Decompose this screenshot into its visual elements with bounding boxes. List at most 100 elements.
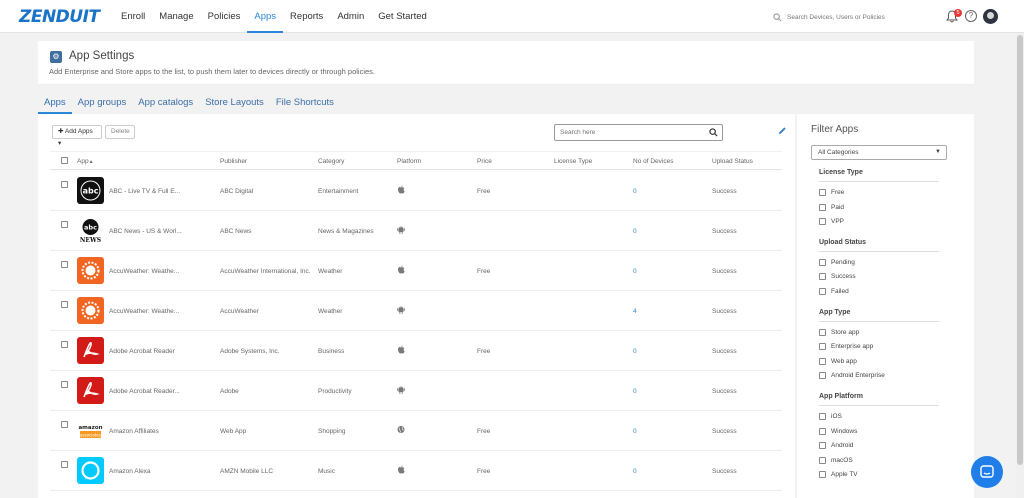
nav-item-reports[interactable]: Reports	[283, 0, 330, 33]
row-checkbox[interactable]	[61, 221, 68, 228]
device-count[interactable]: 0	[633, 348, 637, 355]
device-count[interactable]: 0	[633, 388, 637, 395]
filter-option-pending[interactable]: Pending	[819, 258, 855, 267]
filter-checkbox[interactable]	[819, 413, 826, 420]
table-row[interactable]: AccuWeather: Weathe... AccuWeather Weath…	[50, 291, 782, 331]
table-row[interactable]: amazon associates Amazon Affiliates Web A…	[50, 411, 782, 451]
table-row[interactable]: abc ABC - Live TV & Full E... ABC Digita…	[50, 171, 782, 211]
filter-option-failed[interactable]: Failed	[819, 287, 849, 296]
device-count[interactable]: 0	[633, 228, 637, 235]
nav-item-manage[interactable]: Manage	[152, 0, 200, 33]
column-header-price[interactable]: Price	[477, 158, 492, 165]
filter-option-success[interactable]: Success	[819, 272, 856, 281]
filter-option-enterprise-app[interactable]: Enterprise app	[819, 342, 873, 351]
app-name[interactable]: AccuWeather: Weathe...	[109, 308, 179, 315]
filter-checkbox[interactable]	[819, 218, 826, 226]
tab-app-groups[interactable]: App groups	[72, 94, 133, 114]
filter-checkbox[interactable]	[819, 343, 826, 351]
filter-option-store-app[interactable]: Store app	[819, 328, 859, 337]
device-count[interactable]: 0	[633, 468, 637, 475]
filter-checkbox[interactable]	[819, 372, 826, 380]
filter-checkbox[interactable]	[819, 357, 826, 365]
add-apps-button[interactable]: ✚ Add Apps ▾	[52, 125, 102, 147]
nav-item-enroll[interactable]: Enroll	[114, 0, 152, 33]
column-header-license-type[interactable]: License Type	[554, 158, 592, 165]
page-scrollbar[interactable]	[1016, 33, 1024, 498]
tab-app-catalogs[interactable]: App catalogs	[132, 94, 199, 114]
global-search-input[interactable]	[787, 13, 927, 21]
row-checkbox[interactable]	[61, 461, 68, 468]
logo[interactable]: ZENDUIT	[19, 7, 100, 27]
publisher: Adobe Systems, Inc.	[220, 348, 280, 355]
app-name[interactable]: Adobe Acrobat Reader...	[109, 388, 180, 395]
table-row[interactable]: Adobe Acrobat Reader... Adobe Productivi…	[50, 371, 782, 411]
device-count[interactable]: 0	[633, 188, 637, 195]
column-header-app[interactable]: App▲	[77, 158, 94, 165]
select-all-checkbox[interactable]	[61, 157, 68, 164]
app-name[interactable]: Adobe Acrobat Reader	[109, 348, 175, 355]
filter-option-ios[interactable]: iOS	[819, 412, 842, 421]
row-checkbox[interactable]	[61, 421, 68, 428]
tab-store-layouts[interactable]: Store Layouts	[199, 94, 270, 114]
filter-option-macos[interactable]: macOS	[819, 456, 853, 465]
filter-option-windows[interactable]: Windows	[819, 427, 857, 436]
app-name[interactable]: Amazon Affiliates	[109, 428, 159, 435]
filter-checkbox[interactable]	[819, 456, 826, 464]
device-count[interactable]: 0	[633, 428, 637, 435]
tab-apps[interactable]: Apps	[38, 94, 72, 114]
row-checkbox[interactable]	[61, 301, 68, 308]
filter-option-paid[interactable]: Paid	[819, 203, 844, 212]
column-header-upload-status[interactable]: Upload Status	[712, 158, 753, 165]
column-header-publisher[interactable]: Publisher	[220, 158, 247, 165]
table-row[interactable]: Amazon Alexa AMZN Mobile LLC Music Free …	[50, 451, 782, 491]
filter-checkbox[interactable]	[819, 328, 826, 336]
filter-option-free[interactable]: Free	[819, 188, 844, 197]
chat-button[interactable]	[971, 456, 1003, 488]
filter-option-web-app[interactable]: Web app	[819, 357, 857, 366]
filter-divider	[819, 181, 939, 182]
column-header-devices[interactable]: No of Devices	[633, 158, 673, 165]
filter-checkbox[interactable]	[819, 258, 826, 266]
table-search-input[interactable]	[555, 129, 709, 136]
filter-checkbox[interactable]	[819, 189, 826, 196]
row-checkbox[interactable]	[61, 381, 68, 388]
app-name[interactable]: Amazon Alexa	[109, 468, 151, 475]
table-row[interactable]: Adobe Acrobat Reader Adobe Systems, Inc.…	[50, 331, 782, 371]
filter-checkbox[interactable]	[819, 288, 826, 295]
app-name[interactable]: ABC News - US & Worl...	[109, 228, 182, 235]
row-checkbox[interactable]	[61, 261, 68, 268]
filter-option-android[interactable]: Android	[819, 441, 853, 450]
table-row[interactable]: abc NEWS ABC News - US & Worl... ABC News…	[50, 211, 782, 251]
app-name[interactable]: ABC - Live TV & Full E...	[109, 188, 180, 195]
search-icon	[773, 12, 782, 21]
category-select[interactable]: All Categories ▼	[811, 145, 947, 160]
tab-file-shortcuts[interactable]: File Shortcuts	[270, 94, 340, 114]
filter-checkbox[interactable]	[819, 427, 826, 435]
filter-checkbox[interactable]	[819, 471, 826, 479]
column-header-platform[interactable]: Platform	[397, 158, 421, 165]
filter-checkbox[interactable]	[819, 442, 826, 450]
pencil-icon[interactable]	[778, 126, 787, 135]
help-icon[interactable]: ?	[965, 10, 977, 22]
app-icon-accuweather	[77, 297, 104, 324]
filter-checkbox[interactable]	[819, 203, 826, 211]
nav-item-get-started[interactable]: Get Started	[371, 0, 434, 33]
filter-option-vpp[interactable]: VPP	[819, 217, 844, 226]
device-count[interactable]: 0	[633, 268, 637, 275]
filter-option-android-enterprise[interactable]: Android Enterprise	[819, 371, 885, 380]
nav-item-policies[interactable]: Policies	[201, 0, 248, 33]
search-icon[interactable]	[709, 128, 718, 137]
delete-button[interactable]: Delete	[105, 125, 135, 139]
scrollbar-thumb[interactable]	[1017, 35, 1023, 465]
nav-item-apps[interactable]: Apps	[247, 0, 284, 33]
row-checkbox[interactable]	[61, 181, 68, 188]
column-header-category[interactable]: Category	[318, 158, 344, 165]
filter-checkbox[interactable]	[819, 273, 826, 281]
nav-item-admin[interactable]: Admin	[330, 0, 371, 33]
app-name[interactable]: AccuWeather: Weathe...	[109, 268, 179, 275]
table-row[interactable]: AccuWeather: Weathe... AccuWeather Inter…	[50, 251, 782, 291]
filter-option-apple-tv[interactable]: Apple TV	[819, 470, 858, 479]
avatar[interactable]	[983, 9, 998, 24]
row-checkbox[interactable]	[61, 341, 68, 348]
device-count[interactable]: 4	[633, 308, 637, 315]
